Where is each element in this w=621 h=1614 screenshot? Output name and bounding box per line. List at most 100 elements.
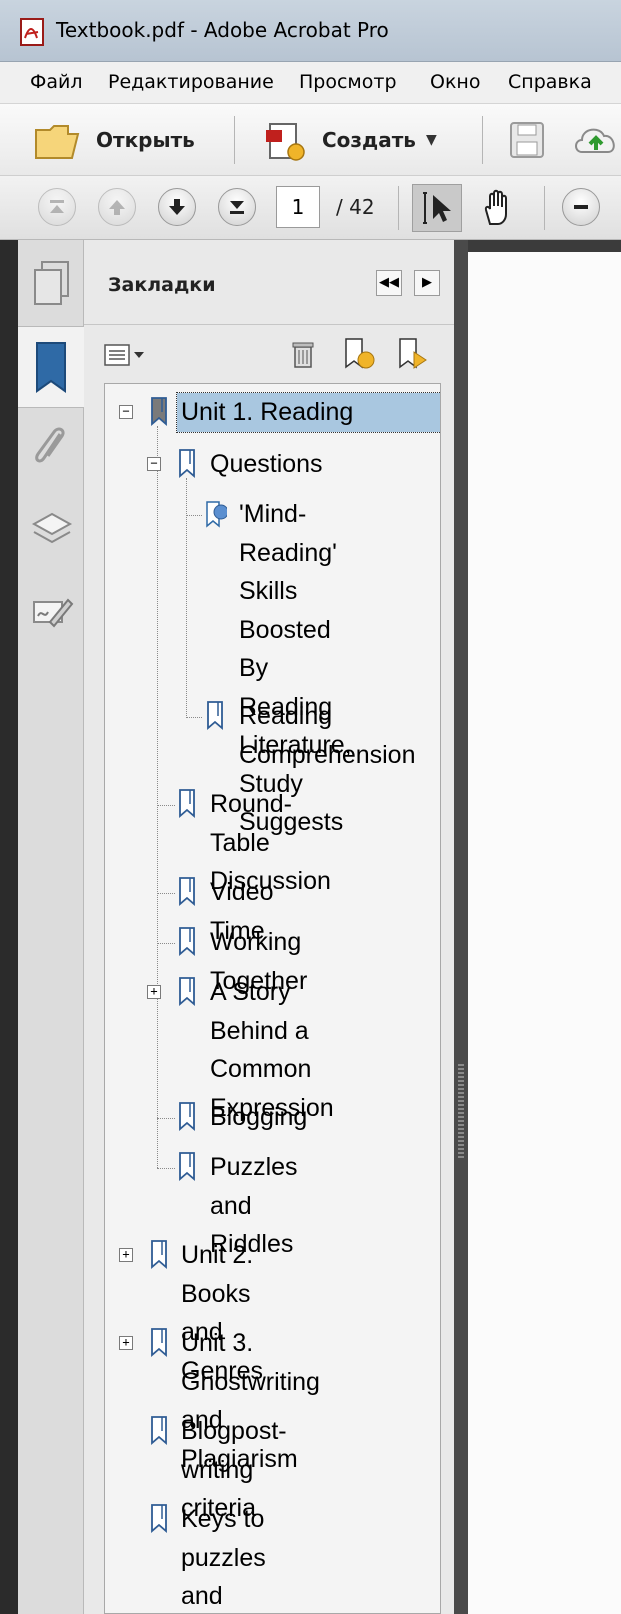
delete-icon[interactable] [290, 338, 316, 370]
collapse-panel-button[interactable]: ◀◀ [376, 270, 402, 296]
panel-options-button[interactable]: ▶ [414, 270, 440, 296]
bookmark-label: Blogging [210, 1098, 307, 1137]
bookmark-label-line: Unit 3. Ghostwriting [181, 1329, 320, 1396]
title-bar: Textbook.pdf - Adobe Acrobat Pro [0, 0, 621, 62]
expand-toggle[interactable]: + [119, 1248, 133, 1262]
tree-connector [157, 426, 158, 1168]
folder-icon [35, 125, 80, 159]
bookmark-label-line: Unit 1. Reading [181, 398, 354, 426]
chevron-down-icon: ▼ [426, 132, 437, 148]
save-icon[interactable] [508, 120, 548, 160]
menu-bar: Файл Редактирование Просмотр Окно Справк… [0, 62, 621, 104]
chevron-right-icon: ▶ [422, 275, 432, 290]
cursor-icon [423, 192, 451, 224]
open-label: Открыть [96, 128, 195, 152]
tree-connector [157, 943, 175, 944]
open-button[interactable]: Открыть [30, 114, 220, 166]
bookmark-icon [179, 789, 195, 818]
arrow-down-icon [169, 199, 185, 215]
main-toolbar: Открыть Создать ▼ [0, 104, 621, 176]
signature-icon[interactable] [30, 594, 74, 630]
panel-divider [84, 324, 454, 325]
first-page-button[interactable] [38, 188, 76, 226]
bookmark-tree: − Unit 1. Reading − Questions 'Mind-Reading'… [104, 383, 441, 1614]
cloud-upload-icon[interactable] [572, 120, 621, 160]
hand-tool-icon[interactable] [478, 188, 518, 228]
tree-connector [157, 1118, 175, 1119]
tree-connector [157, 1168, 175, 1169]
pdf-app-icon [20, 18, 44, 46]
bookmark-icon [151, 1504, 167, 1533]
select-tool-button[interactable] [412, 184, 462, 232]
paperclip-icon[interactable] [32, 426, 72, 472]
window-title: Textbook.pdf - Adobe Acrobat Pro [56, 18, 389, 42]
page-total: / 42 [336, 195, 375, 219]
pane-splitter[interactable] [454, 240, 468, 1614]
menu-edit[interactable]: Редактирование [108, 71, 274, 93]
bookmark-icon [179, 927, 195, 956]
bookmark-label-line: Skills Boosted [239, 577, 331, 644]
menu-window[interactable]: Окно [430, 71, 480, 93]
splitter-grip [458, 1064, 464, 1158]
tree-connector [157, 805, 175, 806]
bookmark-label-line: Puzzles and [210, 1153, 298, 1220]
bookmark-label-line: Round-Table [210, 790, 292, 857]
page-number-input[interactable]: 1 [276, 186, 320, 228]
bookmark-label-line: Reading [239, 702, 333, 730]
new-bookmark-icon[interactable] [342, 336, 376, 372]
minus-icon [574, 205, 588, 209]
bookmark-label-line: Questions [210, 450, 323, 478]
bookmark-icon [179, 1102, 195, 1131]
bookmark-label: Reading Comprehension [239, 697, 416, 774]
bookmark-label: Questions [210, 445, 323, 484]
layers-icon[interactable] [30, 510, 74, 550]
collapse-toggle[interactable]: − [119, 405, 133, 419]
options-list-icon [104, 344, 144, 366]
collapse-toggle[interactable]: − [147, 457, 161, 471]
bookmark-label-line: Common [210, 1055, 312, 1083]
create-label: Создать [322, 128, 416, 152]
bookmark-icon [207, 701, 223, 730]
tree-connector [186, 717, 202, 718]
menu-file[interactable]: Файл [30, 71, 83, 93]
tree-connector [186, 515, 202, 516]
toolbar-divider [544, 186, 545, 230]
pages-icon[interactable] [32, 260, 72, 308]
first-page-icon [50, 200, 64, 213]
previous-page-button[interactable] [98, 188, 136, 226]
menu-view[interactable]: Просмотр [299, 71, 397, 93]
last-page-button[interactable] [218, 188, 256, 226]
web-bookmark-icon [206, 501, 227, 528]
navigation-toolbar: 1 / 42 [0, 176, 621, 240]
bookmark-label-line: Comprehension [239, 740, 416, 769]
document-page [468, 252, 621, 1614]
bookmark-icon [151, 1416, 167, 1445]
expand-toggle[interactable]: + [147, 985, 161, 999]
bookmark-icon [151, 1328, 167, 1357]
bookmark-icon [179, 1152, 195, 1181]
bookmark-icon [179, 877, 195, 906]
toolbar-divider [398, 186, 399, 230]
expand-toggle[interactable]: + [119, 1336, 133, 1350]
bookmark-icon [151, 397, 167, 426]
panel-title: Закладки [108, 274, 216, 296]
bookmark-options-button[interactable] [104, 342, 150, 368]
bookmark-label: Unit 1. Reading [176, 392, 440, 433]
tree-connector [157, 893, 175, 894]
menu-help[interactable]: Справка [508, 71, 592, 93]
bookmark-label-line: 'Mind-Reading' [239, 500, 337, 567]
bookmarks-tab[interactable] [18, 326, 84, 408]
expand-bookmark-icon[interactable] [396, 336, 430, 372]
next-page-button[interactable] [158, 188, 196, 226]
arrow-up-icon [109, 200, 125, 215]
bookmark-label-line: Blogging [210, 1103, 308, 1131]
zoom-out-button[interactable] [562, 188, 600, 226]
bookmark-icon [151, 1240, 167, 1269]
double-chevron-left-icon: ◀◀ [379, 275, 399, 290]
navigation-pane-rail [18, 240, 84, 1614]
tree-connector [186, 478, 187, 718]
create-button[interactable]: Создать ▼ [258, 114, 448, 166]
toolbar-divider [234, 116, 235, 164]
bookmark-icon [179, 977, 195, 1006]
bookmark-label-line: A Story Behind a [210, 978, 309, 1045]
